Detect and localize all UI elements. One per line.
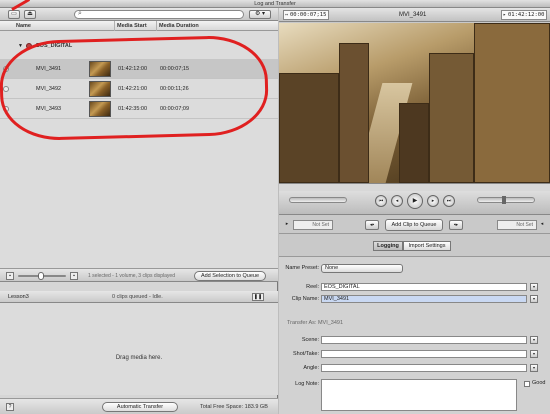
- add-selection-to-queue-button[interactable]: Add Selection to Queue: [194, 271, 266, 281]
- queue-status: 0 clips queued - Idle.: [112, 294, 163, 300]
- gear-icon[interactable]: ⚙ ▾: [249, 10, 271, 19]
- automatic-transfer-button[interactable]: Automatic Transfer: [102, 402, 178, 412]
- queue-drop-area[interactable]: Drag media here.: [0, 303, 278, 395]
- browser-toolbar: ▭ ⏏ ⌕ ⚙ ▾: [0, 8, 278, 21]
- queue-header: Lesson3 0 clips queued - Idle. ❚❚: [0, 291, 278, 303]
- viewer-timecode-bar: ⇔ 00:00:07;15 MVI_3491 ▸ 01:42:12:00: [279, 8, 550, 22]
- logging-form: Name Preset: None Reel: EOS_DIGITAL ▾ Cl…: [279, 256, 550, 414]
- tab-logging[interactable]: Logging: [373, 241, 403, 251]
- mark-out-button[interactable]: ▪▸: [449, 220, 463, 230]
- go-to-out-icon[interactable]: ⏭: [443, 195, 455, 207]
- add-folder-icon[interactable]: ▭: [8, 10, 20, 19]
- small-thumb-icon[interactable]: ▪: [6, 272, 14, 280]
- large-thumb-icon[interactable]: ▪: [70, 272, 78, 280]
- building: [279, 73, 339, 183]
- shot-take-menu-icon[interactable]: ▾: [530, 350, 538, 358]
- reel-label: Reel:: [306, 284, 319, 290]
- current-timecode[interactable]: ▸ 01:42:12:00: [501, 10, 547, 20]
- col-media-start[interactable]: Media Start: [114, 21, 156, 31]
- step-forward-icon[interactable]: ▸: [427, 195, 439, 207]
- queue-name: Lesson3: [8, 294, 29, 300]
- name-preset-label: Name Preset:: [285, 265, 319, 271]
- shuttle-control[interactable]: [477, 196, 535, 204]
- add-clip-to-queue-button[interactable]: Add Clip to Queue: [385, 219, 443, 231]
- building: [339, 43, 369, 183]
- pause-icon[interactable]: ❚❚: [252, 293, 264, 301]
- mark-in-button[interactable]: ◂▪: [365, 220, 379, 230]
- scene-menu-icon[interactable]: ▾: [530, 336, 538, 344]
- duration-value: 00:00:07;15: [290, 12, 327, 18]
- step-back-icon[interactable]: ◂: [391, 195, 403, 207]
- video-frame: [279, 23, 550, 183]
- play-icon[interactable]: ▶: [407, 193, 423, 209]
- col-media-duration[interactable]: Media Duration: [156, 21, 278, 31]
- name-preset-popup[interactable]: None: [321, 264, 403, 273]
- clip-name-field[interactable]: MVI_3491: [321, 295, 527, 303]
- mark-bar: ▸ Not Set ◂▪ Add Clip to Queue ▪▸ Not Se…: [279, 216, 550, 234]
- scene-label: Scene:: [301, 337, 319, 343]
- log-note-field[interactable]: [321, 379, 517, 411]
- transfer-as: Transfer As: MVI_3491: [287, 320, 344, 326]
- in-point-icon: ▸: [285, 221, 289, 227]
- shuttle-knob[interactable]: [502, 196, 506, 204]
- clip-name-value: MVI_3491: [324, 296, 350, 302]
- free-space: Total Free Space: 183.9 GB: [200, 404, 268, 410]
- current-tc-value: 01:42:12:00: [508, 12, 545, 18]
- good-checkbox[interactable]: [524, 381, 530, 387]
- building: [429, 53, 474, 183]
- window-title: Log and Transfer: [0, 0, 550, 8]
- duration-timecode[interactable]: ⇔ 00:00:07;15: [283, 10, 329, 20]
- tab-import-settings[interactable]: Import Settings: [403, 241, 451, 251]
- in-point-field[interactable]: Not Set: [293, 220, 333, 230]
- clip-name-menu-icon[interactable]: ▾: [530, 295, 538, 303]
- reel-field[interactable]: EOS_DIGITAL: [321, 283, 527, 291]
- shot-take-field[interactable]: [321, 350, 527, 358]
- angle-label: Angle:: [303, 365, 319, 371]
- search-input[interactable]: ⌕: [74, 10, 244, 19]
- thumbnail-size-slider[interactable]: [18, 272, 66, 280]
- building: [474, 23, 550, 183]
- browser-pane: ▭ ⏏ ⌕ ⚙ ▾ Name Media Start Media Duratio…: [0, 0, 278, 414]
- clip-name-label: Clip Name:: [291, 296, 319, 302]
- reel-menu-icon[interactable]: ▾: [530, 283, 538, 291]
- out-point-icon: ◂: [540, 221, 544, 227]
- scrubber-bar[interactable]: [279, 183, 550, 191]
- playhead-icon: ▸: [503, 12, 507, 18]
- good-label: Good: [532, 380, 546, 386]
- jog-control[interactable]: [289, 197, 347, 203]
- slider-knob[interactable]: [38, 272, 44, 280]
- angle-menu-icon[interactable]: ▾: [530, 364, 538, 372]
- red-annotation-circle: [0, 34, 270, 142]
- shot-take-label: Shot/Take:: [293, 351, 319, 357]
- search-icon: ⌕: [78, 10, 82, 17]
- transport-controls: ⏮ ◂ ▶ ▸ ⏭: [279, 191, 550, 215]
- help-icon[interactable]: ?: [6, 403, 14, 411]
- duration-icon: ⇔: [285, 12, 289, 18]
- building: [399, 103, 429, 183]
- angle-field[interactable]: [321, 364, 527, 372]
- selection-info: 1 selected - 1 volume, 3 clips displayed: [88, 273, 175, 279]
- reel-value: EOS_DIGITAL: [324, 284, 360, 290]
- out-point-field[interactable]: Not Set: [497, 220, 537, 230]
- column-header: Name Media Start Media Duration: [0, 21, 278, 31]
- go-to-in-icon[interactable]: ⏮: [375, 195, 387, 207]
- viewer-clip-name: MVI_3491: [399, 12, 427, 18]
- viewer-pane: ⇔ 00:00:07;15 MVI_3491 ▸ 01:42:12:00 ⏮ ◂…: [279, 8, 550, 414]
- browser-footer: ▪ ▪ 1 selected - 1 volume, 3 clips displ…: [0, 268, 278, 282]
- log-note-label: Log Note:: [295, 381, 319, 387]
- drop-hint: Drag media here.: [115, 355, 163, 361]
- col-name[interactable]: Name: [14, 21, 114, 31]
- name-preset-value: None: [325, 265, 339, 271]
- queue-footer: ? Automatic Transfer Total Free Space: 1…: [0, 398, 278, 414]
- scene-field[interactable]: [321, 336, 527, 344]
- eject-icon[interactable]: ⏏: [24, 10, 36, 19]
- settings-tabs: Logging Import Settings: [279, 241, 550, 251]
